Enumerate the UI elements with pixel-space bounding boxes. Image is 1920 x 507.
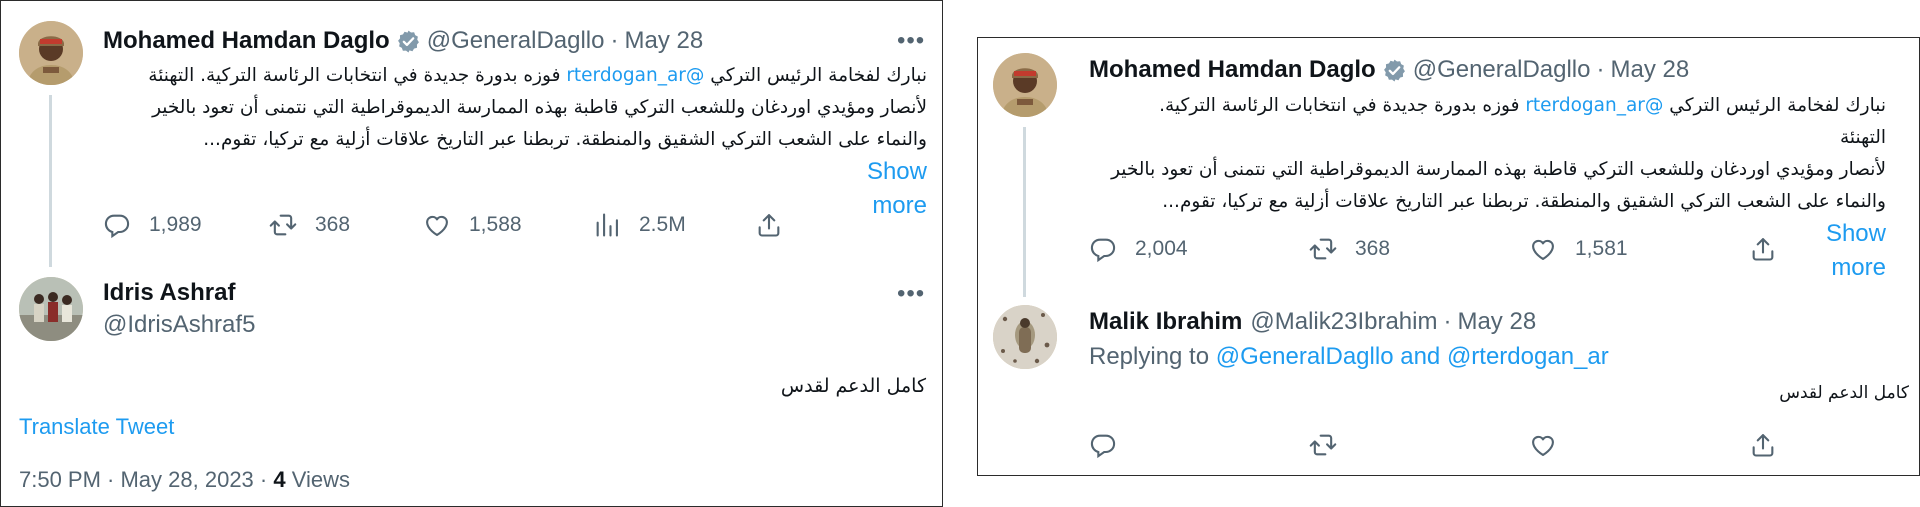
reply-button[interactable]: 2,004: [1089, 235, 1188, 263]
share-button[interactable]: [1749, 235, 1795, 263]
replying-to: Replying to @GeneralDagllo and @rterdoga…: [1089, 343, 1609, 371]
views-icon: [593, 211, 621, 239]
avatar-mohamed-hamdan-daglo[interactable]: [19, 21, 83, 85]
like-count: 1,581: [1575, 237, 1628, 260]
reply-icon: [1089, 235, 1117, 263]
views-number: 4: [273, 467, 286, 492]
tweet-line-1-start: نبارك لفخامة الرئيس التركي: [710, 65, 927, 86]
reply-header: Idris Ashraf: [103, 278, 235, 308]
verified-badge-icon: [396, 29, 421, 54]
retweet-button[interactable]: 368: [1309, 235, 1390, 263]
tweet-body: نبارك لفخامة الرئيس التركي @rterdogan_ar…: [141, 60, 927, 222]
tweet-line-2: لأنصار ومؤيدي اوردغان وللشعب التركي قاطب…: [1111, 159, 1886, 180]
replying-to-erdogan[interactable]: @rterdogan_ar: [1447, 343, 1609, 370]
separator: ·: [1596, 56, 1605, 83]
tweet-line-1: نبارك لفخامة الرئيس التركي @rterdogan_ar…: [1108, 90, 1886, 154]
tweet-thread-right: Mohamed Hamdan Daglo @GeneralDagllo · Ma…: [977, 37, 1920, 476]
tweet-line-1: نبارك لفخامة الرئيس التركي @rterdogan_ar…: [141, 60, 927, 92]
views-button[interactable]: 2.5M: [593, 211, 686, 239]
mention-link[interactable]: @rterdogan_ar: [1525, 95, 1663, 116]
reply-date[interactable]: May 28: [1457, 307, 1536, 337]
replying-to-general[interactable]: @GeneralDagllo: [1216, 343, 1394, 370]
avatar-image: [19, 21, 83, 85]
retweet-count: 368: [1355, 237, 1391, 260]
views-count: 2.5M: [639, 213, 686, 236]
avatar-idris-ashraf[interactable]: [19, 277, 83, 341]
share-icon: [1749, 235, 1777, 263]
more-dots-icon[interactable]: •••: [897, 282, 925, 306]
retweet-count: 368: [315, 213, 351, 236]
show-more-link[interactable]: Show: [867, 158, 927, 185]
thread-line: [1023, 127, 1026, 297]
retweet-button[interactable]: 368: [269, 211, 350, 239]
author-name[interactable]: Mohamed Hamdan Daglo: [103, 26, 390, 56]
share-button[interactable]: [1749, 431, 1795, 459]
retweet-button[interactable]: [1309, 431, 1355, 459]
separator: ·: [610, 27, 619, 54]
like-icon: [1529, 235, 1557, 263]
avatar-image: [19, 277, 83, 341]
reply-count: 2,004: [1135, 237, 1188, 260]
share-button[interactable]: [755, 211, 801, 239]
replying-to-label: Replying to: [1089, 343, 1216, 370]
reply-author-handle[interactable]: @IdrisAshraf5: [103, 310, 255, 340]
like-icon: [423, 211, 451, 239]
reply-author-name[interactable]: Malik Ibrahim: [1089, 307, 1242, 337]
reply-count: 1,989: [149, 213, 202, 236]
reply-icon: [1089, 431, 1117, 459]
share-icon: [755, 211, 783, 239]
more-dots-icon[interactable]: •••: [897, 29, 925, 53]
translate-tweet-link[interactable]: Translate Tweet: [19, 414, 174, 440]
tweet-actions: 2,004 368 1,581: [1089, 235, 1769, 265]
like-button[interactable]: 1,588: [423, 211, 522, 239]
avatar-image: [993, 53, 1057, 117]
reply-icon: [103, 211, 131, 239]
mention-link[interactable]: @rterdogan_ar: [566, 65, 704, 86]
avatar-mohamed-hamdan-daglo[interactable]: [993, 53, 1057, 117]
avatar-image: [993, 305, 1057, 369]
tweet-header: Mohamed Hamdan Daglo @GeneralDagllo · Ma…: [1089, 55, 1689, 85]
avatar-malik-ibrahim[interactable]: [993, 305, 1057, 369]
timestamp-text[interactable]: 7:50 PM · May 28, 2023 ·: [19, 467, 273, 492]
like-count: 1,588: [469, 213, 522, 236]
reply-handle-row: @IdrisAshraf5: [103, 310, 255, 340]
reply-button[interactable]: 1,989: [103, 211, 202, 239]
like-button[interactable]: [1529, 431, 1575, 459]
tweet-line-2: لأنصار ومؤيدي اوردغان وللشعب التركي قاطب…: [152, 97, 927, 118]
reply-text: كامل الدعم لقدس: [1779, 383, 1909, 403]
share-icon: [1749, 431, 1777, 459]
reply-author-handle[interactable]: @Malik23Ibrahim: [1250, 307, 1437, 337]
thread-line: [49, 95, 52, 267]
tweet-line-1-start: نبارك لفخامة الرئيس التركي: [1669, 95, 1886, 116]
tweet-timestamp: 7:50 PM · May 28, 2023 · 4 Views: [19, 467, 350, 493]
reply-text: كامل الدعم لقدس: [780, 375, 926, 397]
retweet-icon: [1309, 235, 1337, 263]
replying-to-and: and: [1393, 343, 1447, 370]
separator: ·: [1443, 308, 1452, 335]
tweet-line-3-text: والنماء على الشعب التركي الشقيق والمنطقة…: [1162, 191, 1886, 212]
tweet-date[interactable]: May 28: [625, 26, 704, 56]
tweet-line-3-text: والنماء على الشعب التركي الشقيق والمنطقة…: [203, 129, 927, 150]
tweet-header: Mohamed Hamdan Daglo @GeneralDagllo · Ma…: [103, 26, 703, 56]
retweet-icon: [1309, 431, 1337, 459]
reply-button[interactable]: [1089, 431, 1135, 459]
author-handle[interactable]: @GeneralDagllo: [427, 26, 605, 56]
reply-header: Malik Ibrahim @Malik23Ibrahim · May 28: [1089, 307, 1536, 337]
show-more-link[interactable]: Show: [1826, 220, 1886, 247]
author-handle[interactable]: @GeneralDagllo: [1413, 55, 1591, 85]
reply-actions: [1089, 431, 1769, 461]
views-label: Views: [285, 467, 350, 492]
like-button[interactable]: 1,581: [1529, 235, 1628, 263]
tweet-line-1-end: فوزه بدورة جديدة في انتخابات الرئاسة الت…: [148, 65, 561, 86]
retweet-icon: [269, 211, 297, 239]
tweet-date[interactable]: May 28: [1611, 55, 1690, 85]
reply-author-name[interactable]: Idris Ashraf: [103, 278, 235, 308]
tweet-actions: 1,989 368 1,588 2.5M: [103, 211, 783, 241]
author-name[interactable]: Mohamed Hamdan Daglo: [1089, 55, 1376, 85]
tweet-thread-left: Mohamed Hamdan Daglo @GeneralDagllo · Ma…: [0, 0, 943, 507]
verified-badge-icon: [1382, 58, 1407, 83]
like-icon: [1529, 431, 1557, 459]
tweet-line-3: والنماء على الشعب التركي الشقيق والمنطقة…: [141, 124, 927, 190]
